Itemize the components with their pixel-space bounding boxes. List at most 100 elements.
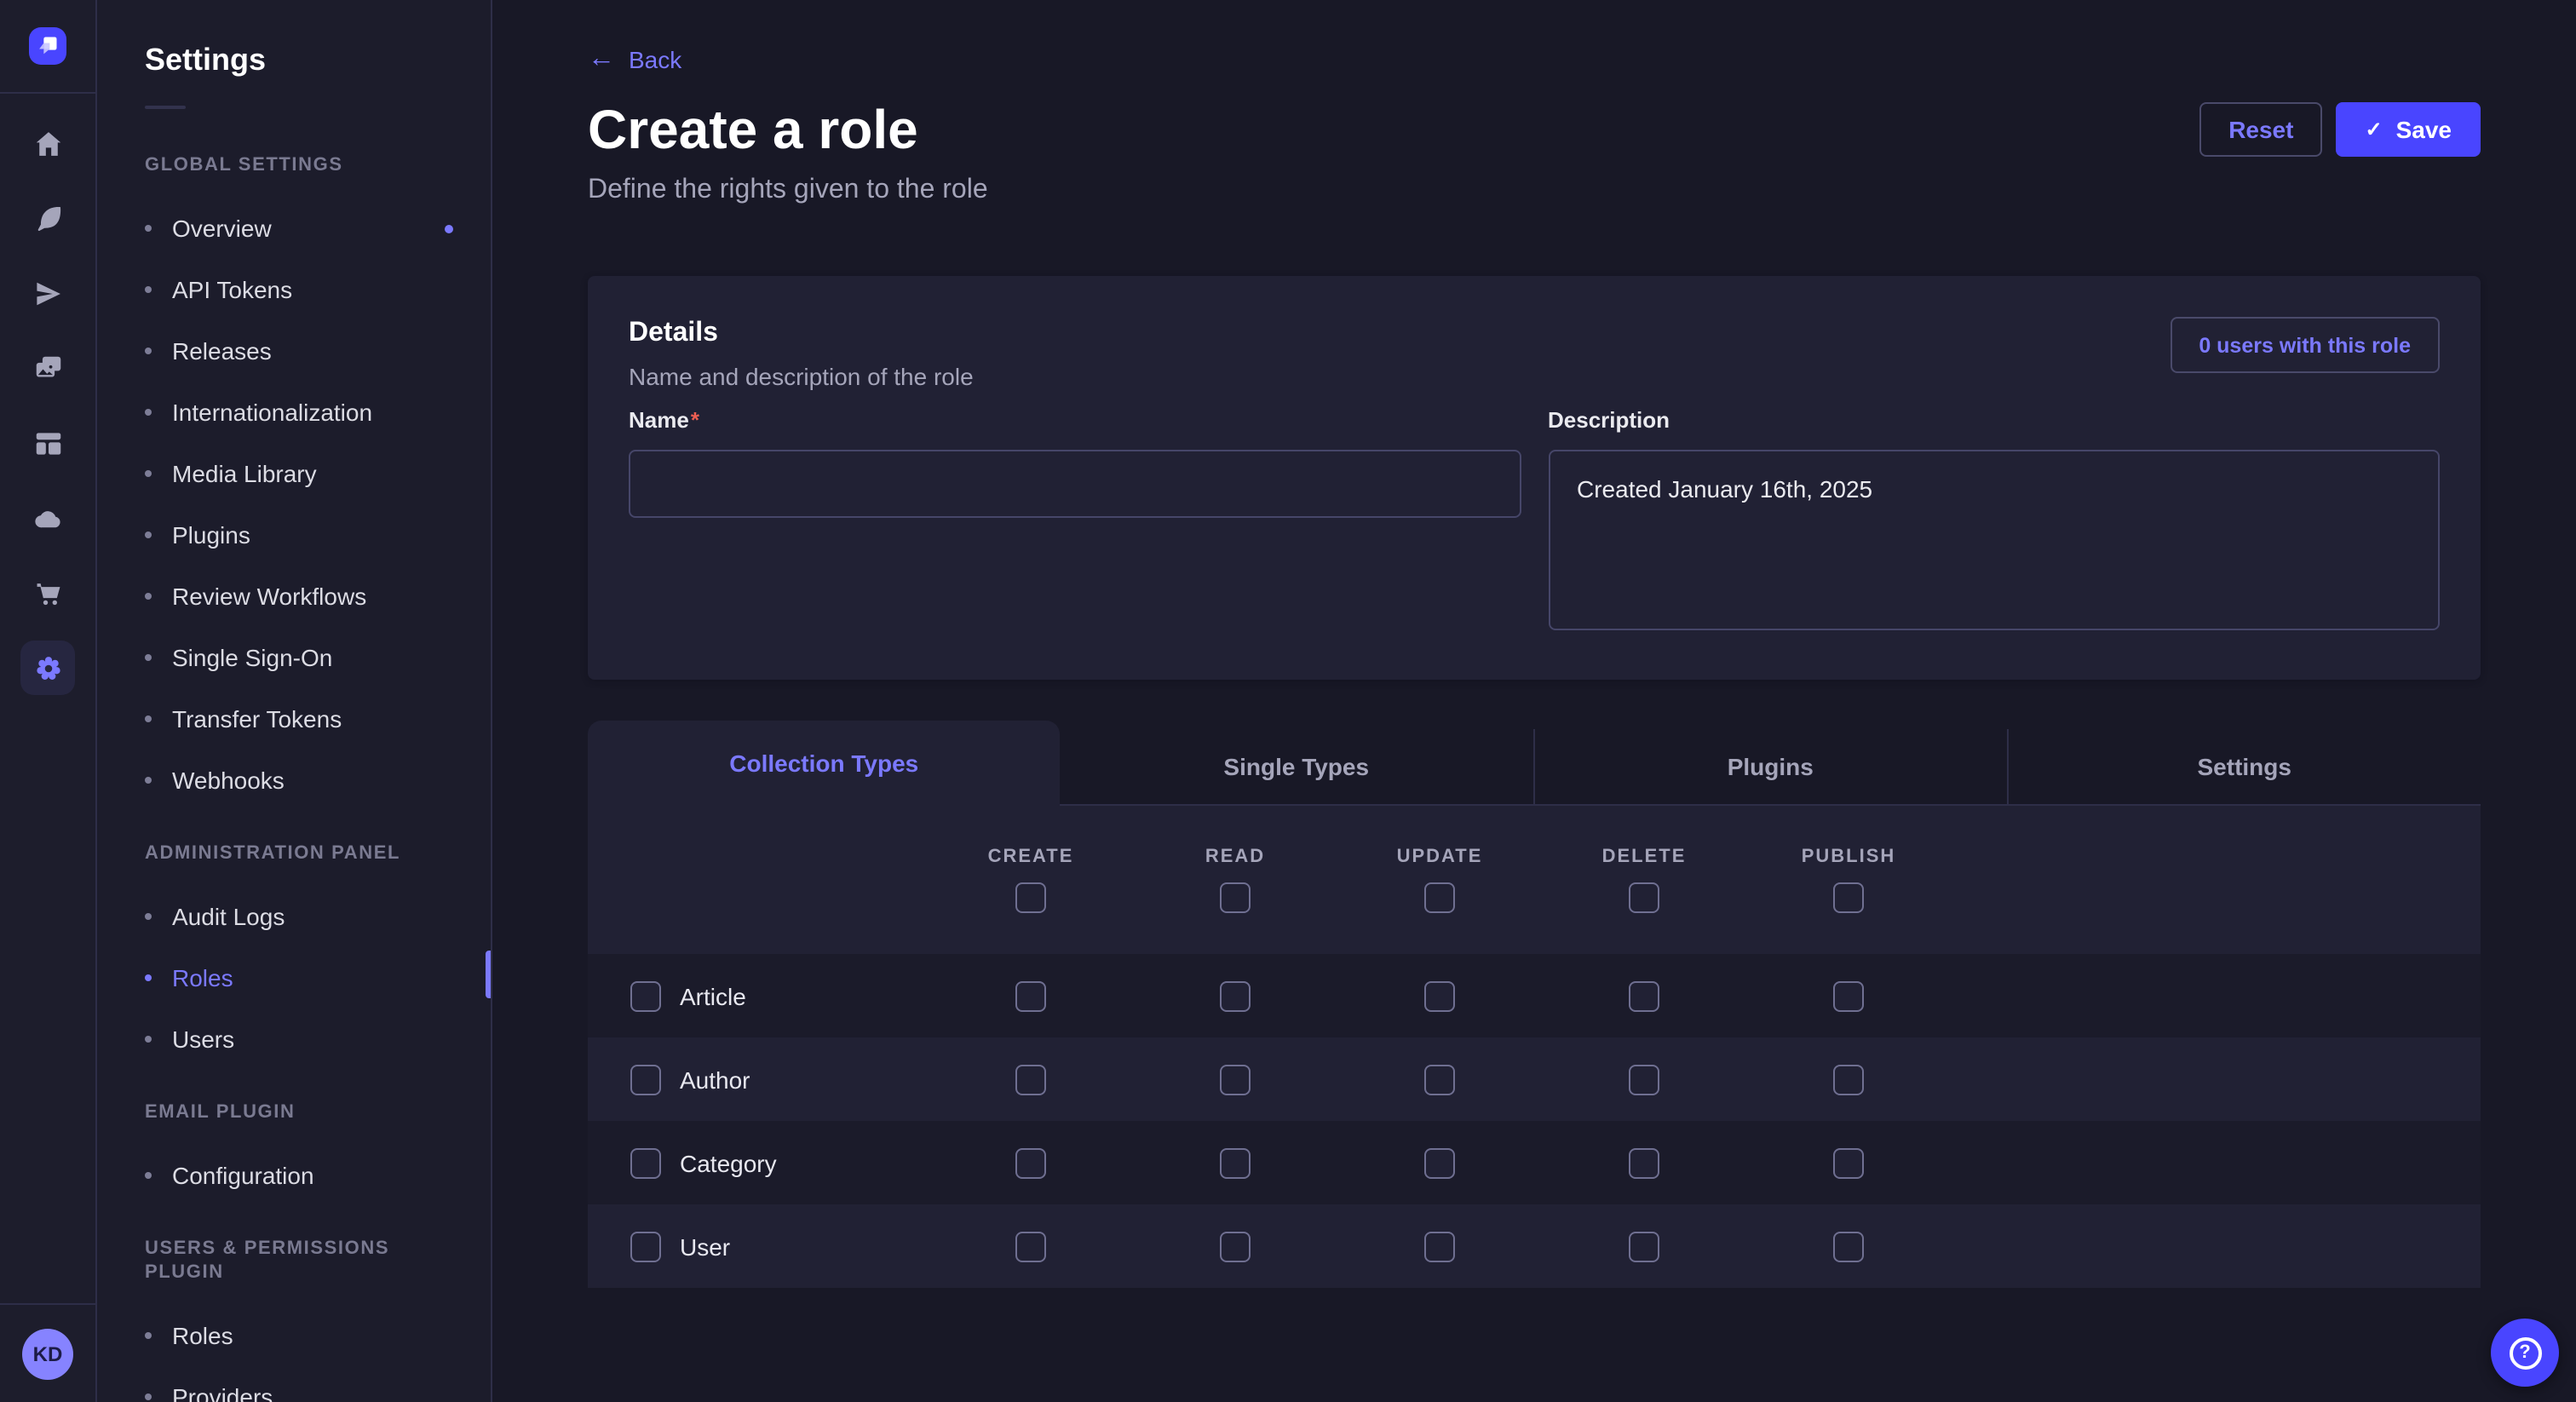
settings-nav-item-users[interactable]: Users <box>145 1008 463 1070</box>
nav-item-label: Webhooks <box>172 767 285 794</box>
article-read-checkbox[interactable] <box>1220 980 1251 1011</box>
check-icon: ✓ <box>2365 119 2382 140</box>
category-publish-checkbox[interactable] <box>1833 1147 1864 1178</box>
name-field-group: Name* <box>629 405 1521 639</box>
nav-section: EMAIL PLUGINConfiguration <box>145 1100 463 1206</box>
avatar[interactable]: KD <box>22 1329 73 1380</box>
permission-cell <box>929 980 1133 1011</box>
tab-settings[interactable]: Settings <box>2007 729 2481 806</box>
save-button[interactable]: ✓ Save <box>2336 102 2481 157</box>
settings-nav-item-single-sign-on[interactable]: Single Sign-On <box>145 627 463 688</box>
author-delete-checkbox[interactable] <box>1629 1064 1659 1095</box>
row-user-checkbox[interactable] <box>630 1231 661 1261</box>
article-create-checkbox[interactable] <box>1015 980 1046 1011</box>
bullet-icon <box>145 1036 152 1043</box>
row-category-checkbox[interactable] <box>630 1147 661 1178</box>
settings-nav-item-releases[interactable]: Releases <box>145 320 463 382</box>
article-delete-checkbox[interactable] <box>1629 980 1659 1011</box>
settings-nav-item-roles[interactable]: Roles <box>145 1305 463 1366</box>
active-icon-highlight <box>20 641 75 695</box>
author-read-checkbox[interactable] <box>1220 1064 1251 1095</box>
select-all-read-checkbox[interactable] <box>1220 882 1251 913</box>
back-link[interactable]: ← Back <box>588 46 681 73</box>
category-read-checkbox[interactable] <box>1220 1147 1251 1178</box>
bullet-icon <box>145 470 152 477</box>
row-label: User <box>680 1232 730 1260</box>
author-update-checkbox[interactable] <box>1424 1064 1455 1095</box>
section-label: GLOBAL SETTINGS <box>145 153 463 177</box>
user-read-checkbox[interactable] <box>1220 1231 1251 1261</box>
save-label: Save <box>2396 116 2452 143</box>
settings-nav-item-overview[interactable]: Overview <box>145 198 463 259</box>
settings-nav-item-transfer-tokens[interactable]: Transfer Tokens <box>145 688 463 750</box>
tab-single-types[interactable]: Single Types <box>1061 729 1533 806</box>
permission-cell <box>929 1064 1133 1095</box>
article-update-checkbox[interactable] <box>1424 980 1455 1011</box>
nav-item-label: Transfer Tokens <box>172 705 342 733</box>
settings-nav-item-webhooks[interactable]: Webhooks <box>145 750 463 811</box>
rail-item-cloud[interactable] <box>0 480 95 555</box>
settings-nav-item-internationalization[interactable]: Internationalization <box>145 382 463 443</box>
settings-nav-item-roles[interactable]: Roles <box>145 947 463 1008</box>
rail-item-marketplace[interactable] <box>0 555 95 630</box>
header-actions: Reset ✓ Save <box>2199 102 2481 157</box>
category-delete-checkbox[interactable] <box>1629 1147 1659 1178</box>
name-input[interactable] <box>629 450 1521 518</box>
row-author-checkbox[interactable] <box>630 1064 661 1095</box>
nav-list: RolesProviders <box>145 1305 463 1402</box>
settings-nav-item-providers[interactable]: Providers <box>145 1366 463 1402</box>
permissions-tabs: Collection TypesSingle TypesPluginsSetti… <box>588 721 2481 806</box>
settings-nav-item-configuration[interactable]: Configuration <box>145 1145 463 1206</box>
rail-divider <box>0 1303 95 1305</box>
author-publish-checkbox[interactable] <box>1833 1064 1864 1095</box>
tab-collection-types[interactable]: Collection Types <box>588 721 1061 806</box>
user-update-checkbox[interactable] <box>1424 1231 1455 1261</box>
category-update-checkbox[interactable] <box>1424 1147 1455 1178</box>
main-nav-rail: KD <box>0 0 97 1402</box>
category-create-checkbox[interactable] <box>1015 1147 1046 1178</box>
bullet-icon <box>145 286 152 293</box>
select-all-update-checkbox[interactable] <box>1424 882 1455 913</box>
rail-item-deploy[interactable] <box>0 256 95 330</box>
column-checkboxes <box>929 882 2481 913</box>
user-publish-checkbox[interactable] <box>1833 1231 1864 1261</box>
media-library-icon <box>32 352 64 384</box>
select-all-delete-checkbox[interactable] <box>1629 882 1659 913</box>
rail-item-settings[interactable] <box>0 630 95 705</box>
nav-item-label: Overview <box>172 215 272 242</box>
settings-nav-item-plugins[interactable]: Plugins <box>145 504 463 566</box>
row-checks <box>929 1064 1951 1095</box>
rail-item-content-type-builder[interactable] <box>0 181 95 256</box>
deploy-icon <box>32 277 64 309</box>
section-label: ADMINISTRATION PANEL <box>145 842 463 865</box>
permission-cell <box>1133 1231 1337 1261</box>
permission-row-category: Category <box>588 1121 2481 1204</box>
settings-nav-item-audit-logs[interactable]: Audit Logs <box>145 886 463 947</box>
user-create-checkbox[interactable] <box>1015 1231 1046 1261</box>
rail-item-home[interactable] <box>0 106 95 181</box>
question-mark-icon: ? <box>2509 1336 2541 1369</box>
rail-item-content-manager[interactable] <box>0 405 95 480</box>
home-icon <box>32 127 64 159</box>
header-check-cell <box>1337 882 1542 913</box>
users-with-role-button[interactable]: 0 users with this role <box>2170 317 2440 373</box>
tab-plugins[interactable]: Plugins <box>1532 729 2007 806</box>
reset-button[interactable]: Reset <box>2199 102 2322 157</box>
user-delete-checkbox[interactable] <box>1629 1231 1659 1261</box>
nav-section: GLOBAL SETTINGS Overview API TokensRelease… <box>145 153 463 811</box>
permission-cell <box>1746 1064 1951 1095</box>
nav-item-label: Internationalization <box>172 399 372 426</box>
help-button[interactable]: ? <box>2491 1319 2559 1387</box>
settings-nav-item-media-library[interactable]: Media Library <box>145 443 463 504</box>
rail-item-media-library[interactable] <box>0 330 95 405</box>
description-textarea[interactable]: Created January 16th, 2025 <box>1548 450 2440 630</box>
article-publish-checkbox[interactable] <box>1833 980 1864 1011</box>
settings-nav-item-api-tokens[interactable]: API Tokens <box>145 259 463 320</box>
settings-nav-item-review-workflows[interactable]: Review Workflows <box>145 566 463 627</box>
select-all-create-checkbox[interactable] <box>1015 882 1046 913</box>
author-create-checkbox[interactable] <box>1015 1064 1046 1095</box>
row-article-checkbox[interactable] <box>630 980 661 1011</box>
details-card: Details Name and description of the role… <box>588 276 2481 680</box>
permissions-table-header: CREATEREADUPDATEDELETEPUBLISH <box>588 806 2481 954</box>
select-all-publish-checkbox[interactable] <box>1833 882 1864 913</box>
